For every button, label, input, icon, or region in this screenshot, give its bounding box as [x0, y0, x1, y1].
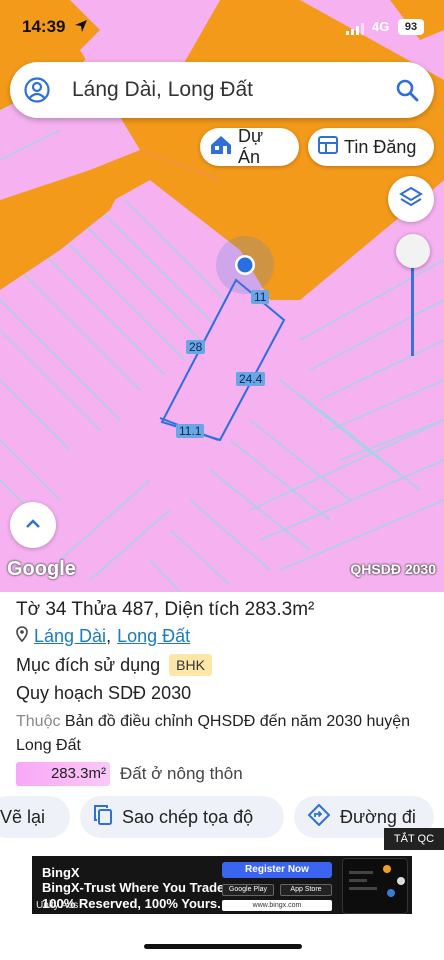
layers-icon: [399, 185, 423, 214]
parcel-dimension-label: 11: [251, 290, 270, 304]
district-link[interactable]: Long Đất: [117, 626, 190, 647]
google-play-badge[interactable]: Google Play: [222, 884, 274, 896]
redraw-label: Vẽ lại: [0, 806, 46, 827]
search-query[interactable]: Láng Dài, Long Đất: [72, 78, 253, 102]
source-text: Bản đồ điều chỉnh QHSDĐ đến năm 2030 huy…: [16, 713, 411, 754]
purpose-label: Mục đích sử dụng: [16, 654, 161, 675]
layers-button[interactable]: [388, 176, 434, 222]
search-icon[interactable]: [394, 77, 420, 103]
chip-du-an[interactable]: Dự Án: [200, 126, 299, 167]
parcel-dimension-label: 28: [186, 340, 206, 354]
signal-icon: [346, 22, 366, 40]
copy-coordinates-button[interactable]: Sao chép tọa độ: [80, 796, 284, 838]
listing-icon: [318, 135, 338, 159]
copy-icon: [94, 804, 112, 830]
chevron-up-icon: [25, 516, 41, 534]
parcel-location: Láng Dài, Long Đất: [16, 626, 190, 647]
parcel-info-sheet: Tờ 34 Thửa 487, Diện tích 283.3m² Láng D…: [0, 592, 444, 848]
land-purpose-row: Mục đích sử dụng BHK: [16, 654, 212, 676]
plan-label: Quy hoạch SDĐ 2030: [16, 683, 192, 703]
area-value: 283.3m²: [16, 762, 110, 786]
ad-register-button[interactable]: Register Now: [222, 862, 332, 878]
parcel-title: Tờ 34 Thửa 487, Diện tích 283.3m²: [16, 599, 315, 620]
chip-label: Dự Án: [238, 126, 264, 167]
expand-button[interactable]: [10, 502, 56, 548]
pin-icon: [16, 626, 28, 647]
purpose-code-badge: BHK: [169, 654, 212, 676]
search-bar[interactable]: Láng Dài, Long Đất: [10, 62, 434, 118]
ad-headline: BingX-Trust Where You Trade.: [42, 880, 228, 895]
parcel-dimension-label: 11.1: [176, 424, 205, 438]
redraw-button[interactable]: Vẽ lại: [0, 796, 70, 838]
chip-label: Tin Đăng: [344, 136, 417, 157]
app-store-badge[interactable]: App Store: [280, 884, 332, 896]
network-type: 4G: [372, 19, 390, 34]
map-attribution: Google: [7, 558, 76, 580]
home-indicator: [144, 944, 302, 949]
house-icon: [210, 135, 232, 160]
parcel-dimension-label: 24.4: [236, 372, 266, 386]
status-bar: 14:39 4G 93: [0, 0, 444, 56]
location-separator: ,: [106, 626, 112, 646]
chip-tin-dang[interactable]: Tin Đăng: [308, 128, 434, 166]
commune-link[interactable]: Láng Dài: [34, 626, 106, 647]
battery-level: 93: [398, 19, 424, 35]
location-arrow-icon: [74, 19, 88, 38]
status-time: 14:39: [22, 17, 66, 36]
source-prefix: Thuộc: [16, 713, 61, 730]
directions-label: Đường đi: [340, 806, 416, 827]
ad-brand: BingX: [42, 865, 80, 880]
plan-source: Thuộc Bản đồ điều chỉnh QHSDĐ đến năm 20…: [16, 710, 416, 758]
ad-url: www.bingx.com: [222, 900, 332, 911]
ad-phone-image: [342, 858, 408, 914]
map-layer-name: QHSDĐ 2030: [350, 561, 436, 577]
opacity-slider-knob[interactable]: [396, 234, 430, 268]
area-row: 283.3m² Đất ở nông thôn: [16, 762, 243, 786]
ad-banner[interactable]: BingX BingX-Trust Where You Trade. 100% …: [32, 856, 412, 914]
directions-icon: [307, 803, 331, 831]
copy-coordinates-label: Sao chép tọa độ: [122, 806, 254, 827]
account-icon[interactable]: [24, 77, 50, 103]
ad-network: Unity Ads: [36, 900, 79, 911]
close-ad-button[interactable]: TẮT QC: [384, 828, 444, 850]
area-type: Đất ở nông thôn: [120, 764, 243, 783]
